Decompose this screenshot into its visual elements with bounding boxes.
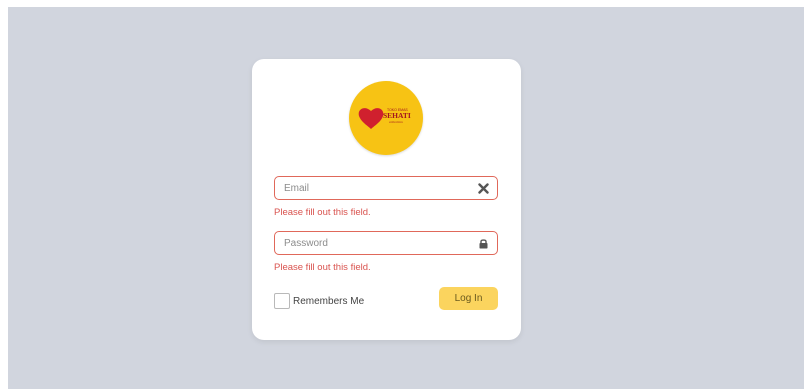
password-field[interactable] (274, 231, 498, 255)
logo-text-main: SEHATI (383, 111, 411, 120)
login-button[interactable]: Log In (439, 287, 498, 310)
email-input[interactable] (284, 180, 469, 196)
brand-logo: TOKO EMAS SEHATI collection (349, 81, 423, 155)
email-error-message: Please fill out this field. (274, 207, 371, 218)
logo-text-bottom: collection (389, 120, 403, 124)
times-icon[interactable] (478, 183, 489, 194)
password-input[interactable] (284, 235, 469, 251)
heart-icon (358, 108, 384, 129)
remember-me-checkbox[interactable] (274, 293, 290, 309)
heart-logo-graphic: TOKO EMAS SEHATI collection (358, 108, 411, 129)
lock-icon (479, 239, 488, 249)
password-error-message: Please fill out this field. (274, 262, 371, 273)
remember-me-label[interactable]: Remembers Me (293, 296, 364, 308)
email-field[interactable] (274, 176, 498, 200)
